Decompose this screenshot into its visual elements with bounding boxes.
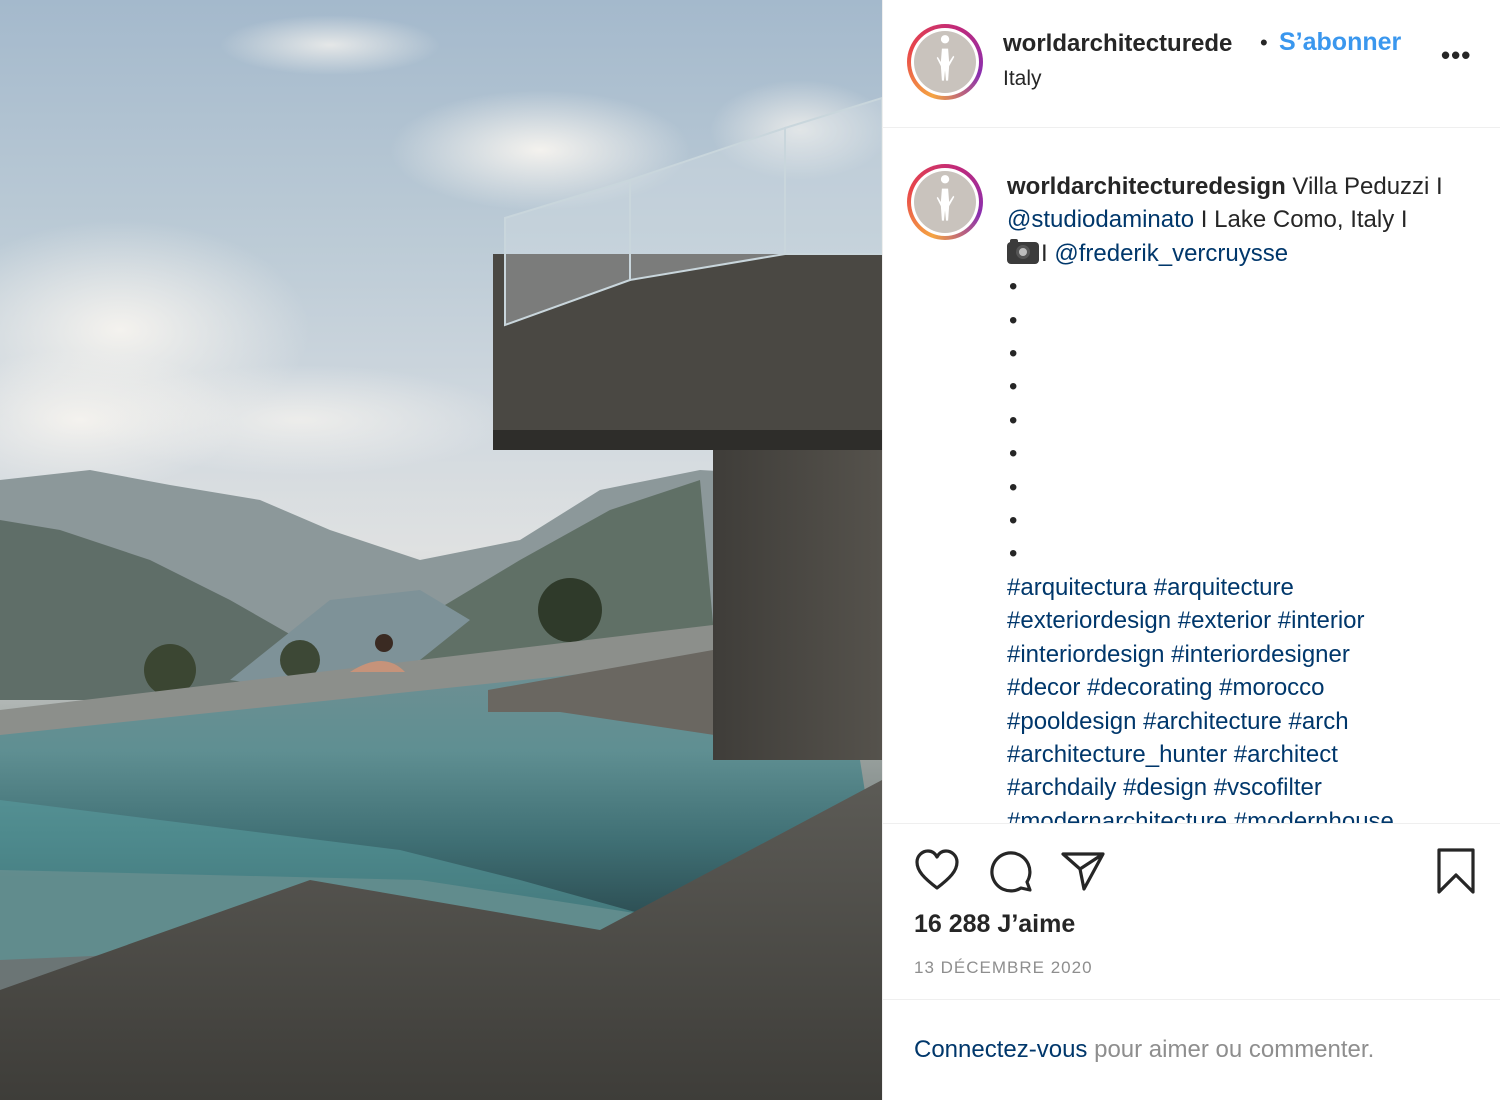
caption-text: worldarchitecturedesign Villa Peduzzi I … (1007, 170, 1477, 823)
hashtag-line[interactable]: #interiordesign #interiordesigner (1007, 638, 1477, 671)
statue-silhouette-icon (936, 175, 955, 221)
comment-icon[interactable] (988, 848, 1034, 899)
mention-link[interactable]: @frederik_vercruysse (1054, 240, 1288, 267)
caption-section: worldarchitecturedesign Villa Peduzzi I … (883, 128, 1500, 824)
avatar-image (914, 31, 976, 93)
post-photo[interactable] (0, 0, 882, 1100)
hashtag-line[interactable]: #architecture_hunter #architect (1007, 738, 1477, 771)
login-prompt-text: pour aimer ou commenter. (1087, 1036, 1375, 1063)
dot-line: • (1009, 273, 1018, 301)
login-link[interactable]: Connectez-vous (914, 1036, 1087, 1063)
account-name[interactable]: worldarchitecturede (1003, 30, 1255, 58)
caption-text-part: Villa Peduzzi I (1285, 173, 1443, 200)
camera-icon (1007, 238, 1039, 264)
hashtag-line[interactable]: #pooldesign #architecture #arch (1007, 705, 1477, 738)
dot-line: • (1009, 373, 1018, 401)
like-count[interactable]: 16 288 J’aime (914, 910, 1075, 939)
post-location[interactable]: Italy (1003, 67, 1042, 91)
dot-line: • (1009, 406, 1018, 434)
heart-icon[interactable] (914, 848, 960, 897)
hashtag-line[interactable]: #archdaily #design #vscofilter (1007, 771, 1477, 804)
header-separator: • (1260, 30, 1268, 55)
caption-text-part: I (1041, 239, 1055, 267)
avatar-image (914, 171, 976, 233)
post-date[interactable]: 13 DÉCEMBRE 2020 (914, 958, 1093, 978)
caption-username[interactable]: worldarchitecturedesign (1007, 173, 1286, 200)
post-actions: 16 288 J’aime 13 DÉCEMBRE 2020 (883, 825, 1500, 1000)
paper-plane-icon[interactable] (1060, 849, 1106, 898)
hashtag-line[interactable]: #decor #decorating #morocco (1007, 671, 1477, 704)
dot-line: • (1009, 340, 1018, 368)
follow-button[interactable]: S’abonner (1279, 28, 1401, 57)
dot-line: • (1009, 306, 1018, 334)
bookmark-icon[interactable] (1436, 847, 1476, 900)
post-photo-illustration (0, 15, 882, 1100)
caption-avatar[interactable] (907, 164, 983, 240)
avatar[interactable] (907, 24, 983, 100)
dot-line: • (1009, 507, 1018, 535)
dot-line: • (1009, 540, 1018, 568)
statue-silhouette-icon (936, 35, 955, 81)
hashtag-line[interactable]: #modernarchitecture #modernhouse (1007, 805, 1477, 823)
post-header: worldarchitecturede • S’abonner Italy ••… (883, 0, 1500, 128)
login-prompt: Connectez-vous pour aimer ou commenter. (914, 1036, 1374, 1064)
hashtag-line[interactable]: #exteriordesign #exterior #interior (1007, 604, 1477, 637)
caption-text-part: I Lake Como, Italy I (1194, 206, 1408, 234)
caption-header: worldarchitecturedesign Villa Peduzzi I … (1007, 170, 1477, 270)
mention-link[interactable]: @studiodaminato (1007, 206, 1194, 233)
more-options-icon[interactable]: ••• (1441, 40, 1471, 71)
hashtag-list: #arquitectura #arquitecture #exteriordes… (1007, 571, 1477, 823)
dot-line: • (1009, 473, 1018, 501)
dot-line: • (1009, 440, 1018, 468)
caption-dots: • • • • • • • • • (1007, 270, 1477, 571)
post-sidebar: worldarchitecturede • S’abonner Italy ••… (882, 0, 1500, 1100)
hashtag-line[interactable]: #arquitectura #arquitecture (1007, 571, 1477, 604)
